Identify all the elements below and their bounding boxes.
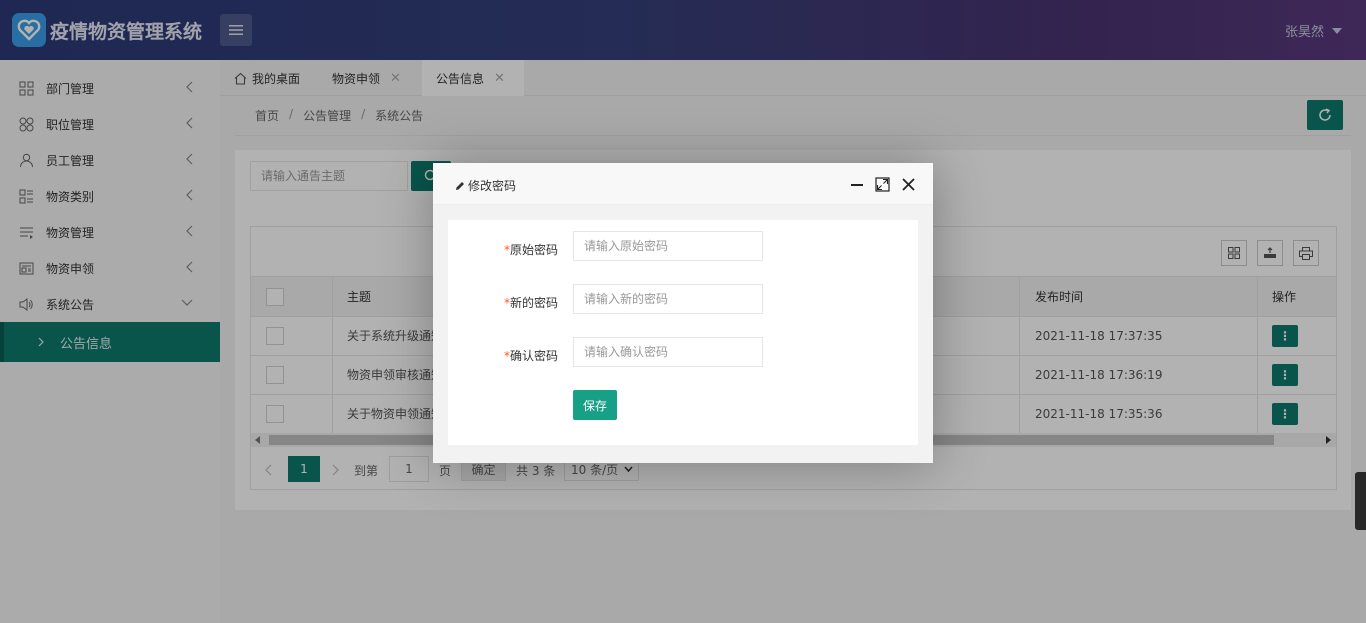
new-password-label: *新的密码: [503, 296, 558, 310]
dialog-title-text: 修改密码: [468, 179, 517, 193]
dialog-title: 修改密码: [455, 177, 516, 194]
dialog-header: 修改密码: [433, 163, 933, 205]
maximize-icon: [874, 176, 890, 192]
change-password-dialog: 修改密码 *原始密码 请输入原始密码 *新的密码 请输入新的密码 *确认密码 请…: [433, 163, 933, 463]
old-password-input[interactable]: 请输入原始密码: [573, 231, 763, 261]
confirm-password-input[interactable]: 请输入确认密码: [573, 337, 763, 367]
minimize-icon: [851, 184, 863, 186]
password-form: *原始密码 请输入原始密码 *新的密码 请输入新的密码 *确认密码 请输入确认密…: [448, 220, 918, 445]
save-button[interactable]: 保存: [573, 390, 617, 420]
pencil-icon: [456, 181, 464, 190]
old-password-label: *原始密码: [503, 243, 558, 257]
minimize-button[interactable]: [849, 176, 865, 192]
new-password-input[interactable]: 请输入新的密码: [573, 284, 763, 314]
close-button[interactable]: [900, 176, 916, 192]
close-icon: [901, 177, 915, 191]
maximize-button[interactable]: [874, 176, 890, 192]
confirm-password-label: *确认密码: [503, 349, 558, 363]
